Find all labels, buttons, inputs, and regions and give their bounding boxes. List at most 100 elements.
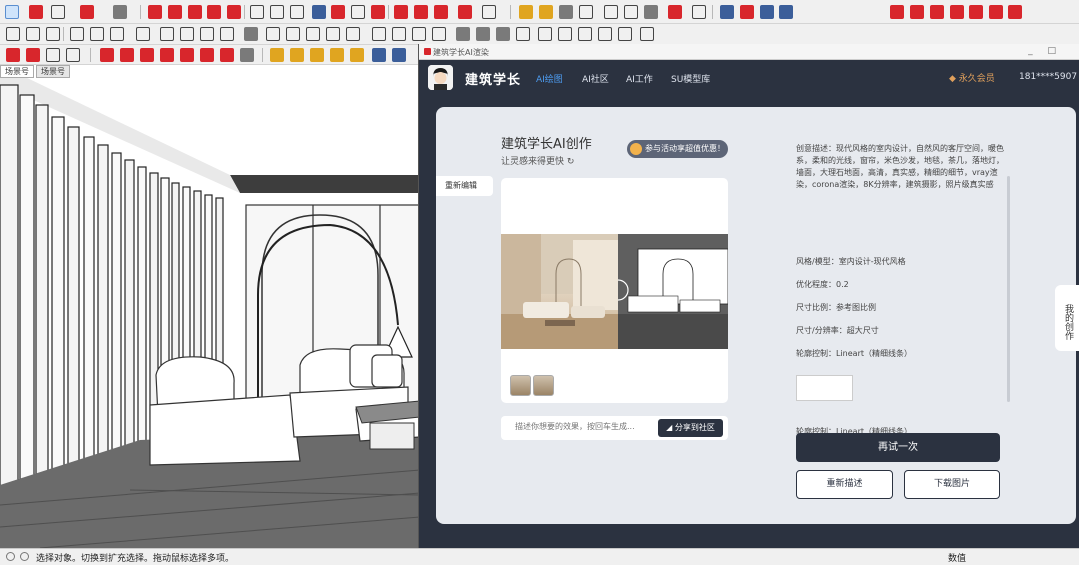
tool-icon[interactable] (6, 48, 20, 62)
tool-icon[interactable] (100, 48, 114, 62)
orbit-icon[interactable] (312, 5, 326, 19)
pan-icon[interactable] (331, 5, 345, 19)
gear-icon[interactable] (779, 5, 793, 19)
tool-icon[interactable] (200, 27, 214, 41)
info-icon[interactable] (20, 552, 29, 561)
scene-tab-1[interactable]: 场景号 (0, 65, 34, 78)
rendered-image[interactable] (501, 234, 618, 349)
section-cut-icon[interactable] (644, 5, 658, 19)
tool-icon[interactable] (46, 48, 60, 62)
tool-icon[interactable] (516, 27, 530, 41)
tool-icon[interactable] (244, 27, 258, 41)
ruby-icon[interactable] (458, 5, 472, 19)
plugin-a-icon[interactable] (692, 5, 706, 19)
tab-ai-drawing[interactable]: AI绘图 (536, 72, 563, 85)
tool-icon[interactable] (290, 48, 304, 62)
follow-me-icon[interactable] (168, 5, 182, 19)
axes-icon[interactable] (290, 5, 304, 19)
rotate-icon[interactable] (207, 5, 221, 19)
model-viewport[interactable] (0, 65, 420, 548)
tool-icon[interactable] (140, 48, 154, 62)
re-edit-tab[interactable]: 重新编辑 (436, 176, 493, 196)
plugin-b4-icon[interactable] (950, 5, 964, 19)
eraser-icon[interactable] (29, 5, 43, 19)
components-icon[interactable] (414, 5, 428, 19)
tool-icon[interactable] (432, 27, 446, 41)
tool-icon[interactable] (538, 27, 552, 41)
tool-icon[interactable] (350, 48, 364, 62)
text-icon[interactable] (270, 5, 284, 19)
tool-icon[interactable] (26, 48, 40, 62)
lineart-preview-1[interactable] (796, 375, 853, 401)
tool-icon[interactable] (46, 27, 60, 41)
tool-icon[interactable] (160, 27, 174, 41)
iso-view-icon[interactable] (519, 5, 533, 19)
vip-badge[interactable]: ◆ 永久会员 (949, 71, 995, 84)
tool-icon[interactable] (220, 48, 234, 62)
retry-button[interactable]: 再试一次 (796, 433, 1000, 462)
tool-icon[interactable] (160, 48, 174, 62)
pencil-icon[interactable] (51, 5, 65, 19)
tool-icon[interactable] (26, 27, 40, 41)
plugin-b5-icon[interactable] (969, 5, 983, 19)
tool-icon[interactable] (330, 48, 344, 62)
tool-icon[interactable] (200, 48, 214, 62)
tool-icon[interactable] (90, 27, 104, 41)
avatar[interactable] (428, 65, 453, 90)
scene-tab-2[interactable]: 场景号 (36, 65, 70, 78)
tape-measure-icon[interactable] (250, 5, 264, 19)
tool-icon[interactable] (496, 27, 510, 41)
tool-icon[interactable] (392, 48, 406, 62)
tab-su-model-library[interactable]: SU模型库 (671, 72, 710, 85)
tool-icon[interactable] (6, 27, 20, 41)
scale-icon[interactable] (227, 5, 241, 19)
geo-icon[interactable] (6, 552, 15, 561)
tool-icon[interactable] (392, 27, 406, 41)
push-pull-icon[interactable] (148, 5, 162, 19)
tool-icon[interactable] (110, 27, 124, 41)
sketch-image[interactable] (607, 234, 728, 349)
tool-icon[interactable] (412, 27, 426, 41)
tool-icon[interactable] (372, 27, 386, 41)
tool-icon[interactable] (618, 27, 632, 41)
prompt-input[interactable] (515, 422, 655, 431)
tool-icon[interactable] (120, 48, 134, 62)
tool-icon[interactable] (180, 27, 194, 41)
zoom-icon[interactable] (351, 5, 365, 19)
share-button[interactable]: ◢ 分享到社区 (658, 419, 723, 437)
right-view-icon[interactable] (579, 5, 593, 19)
tool-icon[interactable] (266, 27, 280, 41)
tool-icon[interactable] (180, 48, 194, 62)
top-view-icon[interactable] (539, 5, 553, 19)
plugin-n-icon[interactable] (740, 5, 754, 19)
my-works-tab[interactable]: 我的创作 (1055, 285, 1079, 351)
zoom-extents-icon[interactable] (371, 5, 385, 19)
tool-icon[interactable] (310, 48, 324, 62)
tool-icon[interactable] (240, 48, 254, 62)
tool-icon[interactable] (270, 48, 284, 62)
help-icon[interactable] (760, 5, 774, 19)
tool-icon[interactable] (456, 27, 470, 41)
tool-icon[interactable] (306, 27, 320, 41)
plugin-b6-icon[interactable] (989, 5, 1003, 19)
window-controls[interactable]: _ □ (1028, 46, 1062, 56)
promo-button[interactable]: 参与活动享超值优惠！ › (627, 140, 728, 158)
redescribe-button[interactable]: 重新描述 (796, 470, 893, 499)
tool-icon[interactable] (70, 27, 84, 41)
layout-icon[interactable] (668, 5, 682, 19)
tool-icon[interactable] (326, 27, 340, 41)
thumbnail-2[interactable] (533, 375, 554, 396)
tool-icon[interactable] (346, 27, 360, 41)
tool-icon[interactable] (476, 27, 490, 41)
tool-icon[interactable] (136, 27, 150, 41)
thumbnail-1[interactable] (510, 375, 531, 396)
tool-icon[interactable] (220, 27, 234, 41)
info-scrollbar[interactable] (1007, 176, 1010, 402)
front-view-icon[interactable] (559, 5, 573, 19)
tool-icon[interactable] (286, 27, 300, 41)
plugin-m-icon[interactable] (720, 5, 734, 19)
plugin-b2-icon[interactable] (910, 5, 924, 19)
plugin-b1-icon[interactable] (890, 5, 904, 19)
settings-icon[interactable] (482, 5, 496, 19)
plugin-b7-icon[interactable] (1008, 5, 1022, 19)
